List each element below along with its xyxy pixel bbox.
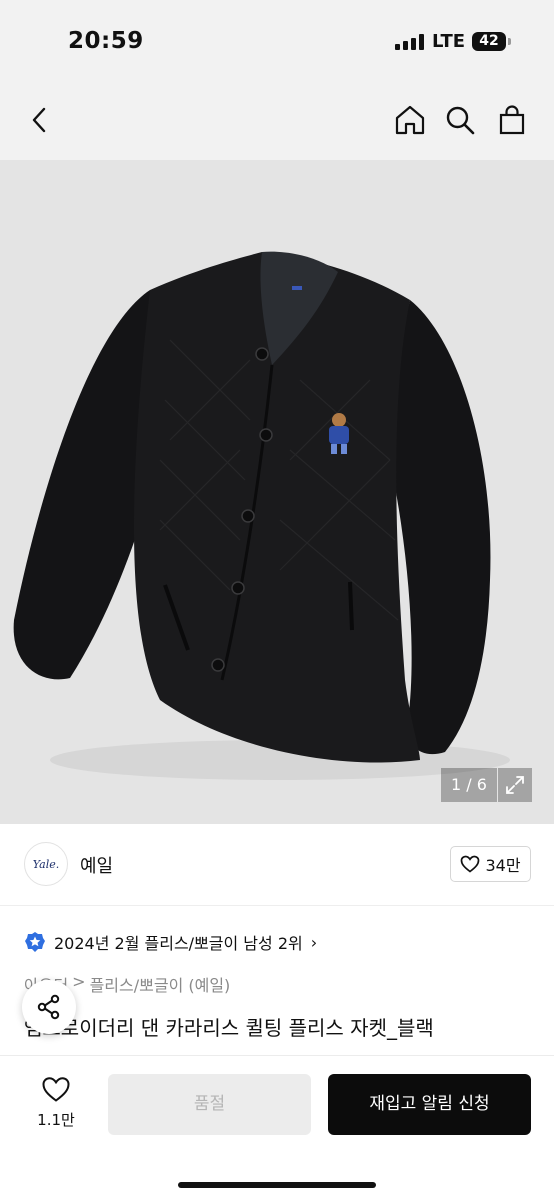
soldout-button: 품절 [108, 1074, 311, 1135]
brand-row: Yale. 예일 34만 [0, 824, 554, 906]
share-button[interactable] [22, 980, 76, 1034]
share-icon [37, 994, 60, 1020]
battery-icon: 42 [472, 32, 506, 51]
status-time: 20:59 [68, 28, 144, 54]
home-indicator [178, 1182, 376, 1188]
bottom-action-bar: 1.1만 품절 재입고 알림 신청 [0, 1055, 554, 1200]
battery-cap [508, 38, 511, 45]
restock-alert-button[interactable]: 재입고 알림 신청 [328, 1074, 531, 1135]
expand-icon[interactable] [498, 768, 532, 802]
heart-icon [42, 1077, 70, 1102]
navigation-bar [0, 80, 554, 160]
status-bar: 20:59 LTE 42 [0, 0, 554, 80]
product-title: 엠브로이더리 댄 카라리스 퀼팅 플리스 자켓_블랙 [24, 1016, 434, 1040]
jacket-illustration [13, 251, 510, 780]
signal-icon [395, 34, 425, 50]
wishlist-count: 1.1만 [37, 1111, 75, 1129]
breadcrumb-subcategory[interactable]: 플리스/뽀글이 (예일) [90, 972, 231, 996]
back-icon[interactable] [22, 102, 58, 138]
brand-like-button[interactable]: 34만 [450, 846, 531, 882]
breadcrumb-separator: > [72, 972, 86, 991]
home-icon[interactable] [392, 102, 428, 138]
ranking-badge-icon [25, 932, 45, 952]
brand-like-count: 34만 [485, 856, 521, 875]
brand-logo[interactable]: Yale. [24, 842, 68, 886]
brand-name[interactable]: 예일 [80, 852, 113, 878]
search-icon[interactable] [442, 102, 478, 138]
heart-icon [461, 855, 480, 873]
image-counter: 1 / 6 [441, 768, 497, 802]
product-image[interactable] [0, 160, 554, 824]
chevron-right-icon: › [310, 932, 318, 952]
shopping-bag-icon[interactable] [494, 102, 530, 138]
network-type: LTE [432, 31, 466, 52]
ranking-text: 2024년 2월 플리스/뽀글이 남성 2위 [54, 934, 303, 953]
ranking-link[interactable]: 2024년 2월 플리스/뽀글이 남성 2위 › [24, 928, 317, 956]
brand-logo-text: Yale. [32, 857, 60, 871]
wishlist-button[interactable]: 1.1만 [30, 1076, 82, 1130]
